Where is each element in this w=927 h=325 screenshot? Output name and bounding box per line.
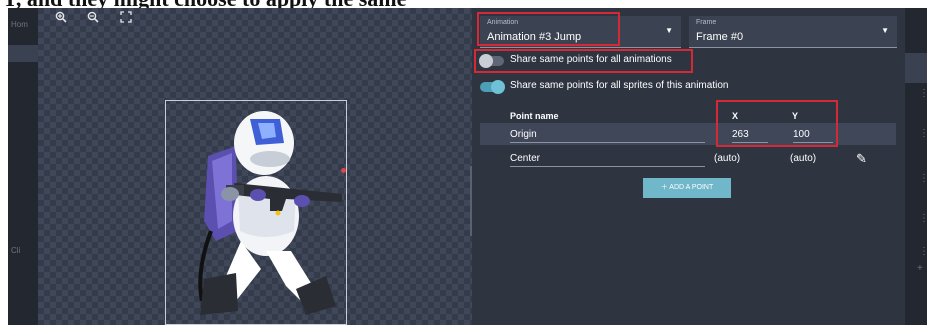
point-x-field[interactable]: (auto) bbox=[714, 153, 740, 164]
highlight-box-animation bbox=[477, 12, 620, 46]
fit-to-screen-icon[interactable] bbox=[117, 10, 135, 28]
right-sidebar-selected-item[interactable] bbox=[905, 53, 927, 83]
highlight-box-toggle bbox=[474, 49, 693, 73]
frame-select-label: Frame bbox=[696, 19, 717, 26]
point-name-field[interactable]: Origin bbox=[510, 129, 537, 140]
right-sidebar: ⋮ ⋮ ⋮ ⋮ ⋮ + bbox=[905, 8, 927, 325]
zoom-in-icon[interactable] bbox=[52, 10, 70, 28]
drag-handle-icon[interactable]: ⋮ bbox=[919, 246, 927, 257]
sprite-frame-bounds bbox=[165, 100, 347, 325]
frame-select[interactable]: Frame Frame #0 ▼ bbox=[689, 16, 897, 48]
zoom-out-icon[interactable] bbox=[84, 10, 102, 28]
plus-icon[interactable]: + bbox=[917, 263, 923, 274]
toggle-knob bbox=[491, 80, 505, 94]
sprite-canvas[interactable] bbox=[38, 8, 472, 325]
table-row: Center (auto) (auto) bbox=[480, 147, 896, 169]
left-sidebar: Hom Cli bbox=[8, 8, 38, 325]
drag-handle-icon[interactable]: ⋮ bbox=[919, 213, 927, 224]
sidebar-label: Cli bbox=[11, 246, 21, 255]
field-underline bbox=[510, 166, 705, 167]
drag-handle-icon[interactable]: ⋮ bbox=[919, 128, 927, 139]
frame-select-value: Frame #0 bbox=[696, 31, 744, 43]
astronaut-sprite[interactable] bbox=[166, 101, 346, 324]
chevron-down-icon: ▼ bbox=[881, 26, 889, 35]
chevron-down-icon: ▼ bbox=[665, 26, 673, 35]
drag-handle-icon[interactable]: ⋮ bbox=[919, 173, 927, 184]
share-sprites-toggle[interactable] bbox=[480, 80, 505, 94]
caption-text-cropped: Y, and they might choose to apply the sa… bbox=[0, 0, 927, 8]
point-y-field[interactable]: (auto) bbox=[790, 153, 816, 164]
column-header-point-name: Point name bbox=[510, 111, 559, 121]
plus-icon: ＋ bbox=[660, 184, 668, 191]
drag-handle-icon[interactable]: ⋮ bbox=[919, 88, 927, 99]
points-editor-panel: Animation Animation #3 Jump ▼ Frame Fram… bbox=[472, 8, 905, 325]
add-point-button[interactable]: ＋ ADD A POINT bbox=[643, 178, 731, 198]
sidebar-selected-item[interactable] bbox=[8, 45, 38, 62]
point-name-field[interactable]: Center bbox=[510, 153, 540, 164]
highlight-box-coordinates bbox=[716, 100, 838, 147]
origin-point-marker[interactable] bbox=[341, 168, 346, 173]
add-point-label: ADD A POINT bbox=[669, 184, 714, 191]
field-underline bbox=[510, 142, 705, 143]
pencil-icon[interactable]: ✎ bbox=[856, 151, 867, 167]
share-sprites-label: Share same points for all sprites of thi… bbox=[510, 80, 729, 91]
canvas-toolbar bbox=[38, 8, 472, 30]
sidebar-home-label[interactable]: Hom bbox=[11, 20, 28, 29]
